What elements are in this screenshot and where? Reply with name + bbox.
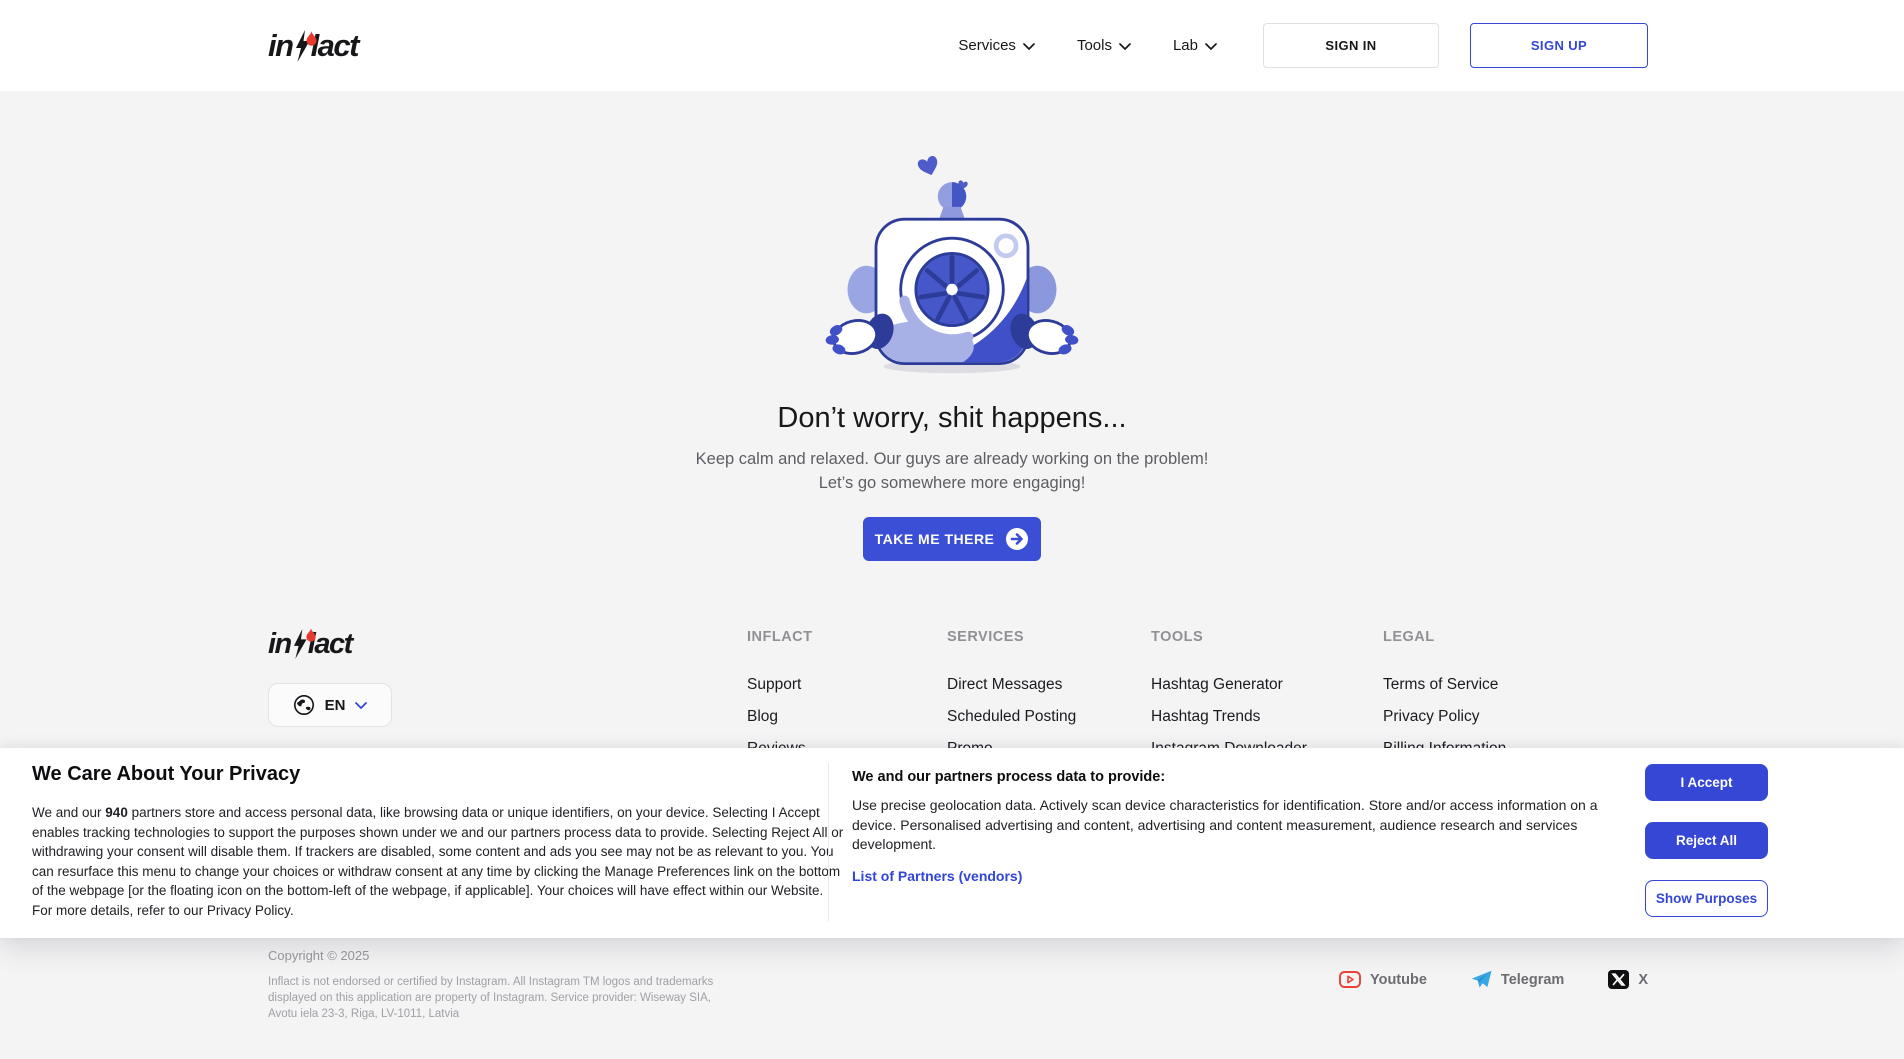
chevron-down-icon — [1023, 43, 1035, 50]
nav-lab[interactable]: Lab — [1173, 37, 1217, 54]
arrow-right-circle-icon — [1005, 527, 1029, 551]
globe-icon — [293, 694, 315, 716]
sign-in-button[interactable]: SIGN IN — [1263, 23, 1439, 68]
main-nav: Services Tools Lab — [958, 37, 1217, 54]
disclaimer-line: displayed on this application are proper… — [268, 990, 1648, 1006]
error-title: Don’t worry, shit happens... — [0, 402, 1904, 435]
cookie-purposes-section: We and our partners process data to prov… — [852, 769, 1618, 886]
cookie-banner-divider — [828, 763, 829, 921]
chevron-down-icon — [1205, 43, 1217, 50]
partners-count: 940 — [105, 805, 128, 820]
footer-link-direct-messages[interactable]: Direct Messages — [947, 676, 1062, 694]
x-label: X — [1638, 972, 1648, 988]
footer-link-hashtag-trends[interactable]: Hashtag Trends — [1151, 708, 1260, 726]
cookie-banner-title: We Care About Your Privacy — [32, 763, 844, 786]
footer-column-title: LEGAL — [1383, 629, 1435, 645]
nav-tools-label: Tools — [1077, 37, 1112, 54]
language-selector[interactable]: EN — [268, 683, 392, 727]
error-subtitle-line2: Let’s go somewhere more engaging! — [819, 474, 1086, 492]
x-link[interactable]: X — [1608, 970, 1648, 989]
error-subtitle: Keep calm and relaxed. Our guys are alre… — [0, 447, 1904, 495]
telegram-icon — [1471, 970, 1492, 989]
footer-column-inflact: INFLACT Support Blog Reviews — [747, 629, 813, 645]
logo-flame-icon — [305, 20, 318, 51]
footer-link-blog[interactable]: Blog — [747, 708, 778, 726]
take-me-there-button[interactable]: TAKE ME THERE — [863, 517, 1041, 561]
youtube-label: Youtube — [1370, 972, 1427, 988]
nav-services[interactable]: Services — [958, 37, 1035, 54]
social-links: Youtube Telegram X — [268, 970, 1648, 989]
take-me-there-label: TAKE ME THERE — [875, 531, 995, 547]
header: in lact Services Tools Lab SIGN IN SIGN … — [0, 0, 1904, 91]
logo-text-prefix: in — [268, 630, 291, 659]
telegram-label: Telegram — [1501, 972, 1564, 988]
telegram-link[interactable]: Telegram — [1471, 970, 1564, 989]
footer-column-tools: TOOLS Hashtag Generator Hashtag Trends I… — [1151, 629, 1203, 645]
nav-services-label: Services — [958, 37, 1016, 54]
footer-link-terms-of-service[interactable]: Terms of Service — [1383, 676, 1498, 694]
logo-text-prefix: in — [268, 30, 293, 61]
footer-link-privacy-policy[interactable]: Privacy Policy — [1383, 708, 1479, 726]
chevron-down-icon — [355, 702, 367, 709]
cookie-consent-banner: We Care About Your Privacy We and our 94… — [0, 748, 1904, 938]
cookie-banner-body: We and our 940 partners store and access… — [32, 803, 844, 920]
show-purposes-button[interactable]: Show Purposes — [1645, 880, 1768, 917]
footer-link-support[interactable]: Support — [747, 676, 801, 694]
cookie-purpose-title: We and our partners process data to prov… — [852, 769, 1618, 785]
footer-column-title: SERVICES — [947, 629, 1024, 645]
youtube-icon — [1339, 971, 1361, 988]
footer-column-legal: LEGAL Terms of Service Privacy Policy Bi… — [1383, 629, 1435, 645]
cookie-privacy-section: We Care About Your Privacy We and our 94… — [32, 763, 844, 920]
footer-inflact-logo[interactable]: in lact — [268, 629, 352, 659]
nav-lab-label: Lab — [1173, 37, 1198, 54]
x-icon — [1608, 970, 1629, 989]
footer-link-scheduled-posting[interactable]: Scheduled Posting — [947, 708, 1076, 726]
footer-column-services: SERVICES Direct Messages Scheduled Posti… — [947, 629, 1024, 645]
error-subtitle-line1: Keep calm and relaxed. Our guys are alre… — [696, 450, 1209, 468]
nav-tools[interactable]: Tools — [1077, 37, 1131, 54]
youtube-link[interactable]: Youtube — [1339, 971, 1427, 988]
error-page-main: Don’t worry, shit happens... Keep calm a… — [0, 91, 1904, 561]
copyright-text: Copyright © 2025 — [268, 948, 1648, 963]
chevron-down-icon — [1119, 43, 1131, 50]
logo-flame-icon — [305, 619, 317, 648]
inflact-logo[interactable]: in lact — [268, 30, 358, 61]
footer-column-title: TOOLS — [1151, 629, 1203, 645]
reject-cookies-button[interactable]: Reject All — [1645, 822, 1768, 859]
footer-link-hashtag-generator[interactable]: Hashtag Generator — [1151, 676, 1283, 694]
disclaimer-line: Avotu iela 23-3, Riga, LV-1011, Latvia — [268, 1006, 1648, 1022]
cookie-purpose-body: Use precise geolocation data. Actively s… — [852, 796, 1618, 855]
list-of-partners-link[interactable]: List of Partners (vendors) — [852, 868, 1022, 884]
accept-cookies-button[interactable]: I Accept — [1645, 764, 1768, 801]
error-robot-illustration — [0, 147, 1904, 380]
sign-up-button[interactable]: SIGN UP — [1470, 23, 1648, 68]
footer-column-title: INFLACT — [747, 629, 813, 645]
language-code: EN — [325, 697, 346, 714]
